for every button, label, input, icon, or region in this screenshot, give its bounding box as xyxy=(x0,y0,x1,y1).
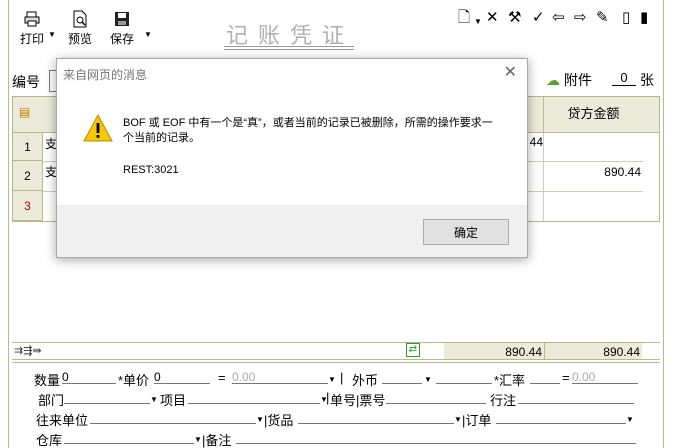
attachment-label: ☁ 附件 xyxy=(546,70,592,90)
save-dropdown-caret[interactable]: ▼ xyxy=(144,30,152,39)
amount-field[interactable]: 0.00 xyxy=(232,370,328,384)
row-number: 1 xyxy=(13,133,43,161)
department-field[interactable] xyxy=(64,390,150,404)
order-field[interactable] xyxy=(496,410,626,424)
print-button[interactable]: 打印 xyxy=(20,10,44,47)
save-label: 保存 xyxy=(110,32,135,46)
total-row: ⇉⇶⇛ ⇄ 890.44 890.44 xyxy=(12,342,660,360)
department-dropdown-caret[interactable]: ▼ xyxy=(150,395,158,404)
rate-result-field[interactable]: 0.00 xyxy=(572,370,638,384)
project-field[interactable] xyxy=(188,390,320,404)
dialog-footer: 确定 xyxy=(57,205,527,257)
unit-price-label: *单价 xyxy=(118,373,150,388)
dialog-message: BOF 或 EOF 中有一个是“真”，或者当前的记录已被删除，所需的操作要求一个… xyxy=(123,117,493,144)
separator: | xyxy=(340,370,344,385)
exit-door-icon[interactable]: ▮ xyxy=(640,10,648,26)
printer-icon xyxy=(24,11,40,27)
warning-icon xyxy=(83,113,113,142)
warehouse-dropdown-caret[interactable]: ▼ xyxy=(194,435,202,444)
attachment-tool-icon[interactable]: ✎ xyxy=(596,10,609,26)
currency-select[interactable] xyxy=(382,370,422,384)
ok-button[interactable]: 确定 xyxy=(423,219,509,245)
next-arrow-icon[interactable]: ⇨ xyxy=(574,10,587,26)
tools-icon[interactable]: ⚒ xyxy=(508,10,521,26)
preview-button[interactable]: 预览 xyxy=(68,10,92,47)
bank-note-label: 行注 xyxy=(490,393,517,408)
checkmark-icon[interactable]: ✓ xyxy=(532,10,545,26)
dialog-close-icon[interactable]: ✕ xyxy=(504,62,517,82)
dialog-error-code: REST:3021 xyxy=(123,164,179,176)
previous-arrow-icon[interactable]: ⇦ xyxy=(552,10,565,26)
goods-field[interactable] xyxy=(298,410,454,424)
total-credit: 890.44 xyxy=(544,343,642,359)
equals-sign-2: = xyxy=(562,370,570,385)
attachment-count-field[interactable]: 0 xyxy=(612,70,636,86)
unit-price-field[interactable]: 0 xyxy=(154,370,210,384)
goods-label-text: 货品 xyxy=(267,413,294,428)
amount-dropdown-caret[interactable]: ▼ xyxy=(328,375,336,384)
row-number: 3 xyxy=(13,191,43,221)
goods-dropdown-caret[interactable]: ▼ xyxy=(454,415,462,424)
department-label: 部门 xyxy=(38,393,65,408)
new-dropdown-caret[interactable]: ▼ xyxy=(474,17,482,26)
preview-label: 预览 xyxy=(68,32,93,46)
title-underline-2 xyxy=(224,49,354,50)
doc-number-label: 单号|票号 xyxy=(330,393,386,408)
row-tools-icon[interactable]: ⇉⇶⇛ xyxy=(14,344,42,357)
exchange-rate-label: *汇率 xyxy=(494,373,526,388)
exchange-rate-field[interactable] xyxy=(530,370,560,384)
column-divider xyxy=(543,133,544,221)
balance-icon[interactable]: ⇄ xyxy=(406,343,420,357)
partner-field[interactable] xyxy=(90,410,256,424)
dialog-title: 来自网页的消息 xyxy=(63,68,148,82)
insert-row-icon[interactable]: ▤ xyxy=(19,105,30,119)
currency-dropdown-caret[interactable]: ▼ xyxy=(424,375,432,384)
project-label: 项目 xyxy=(160,393,187,408)
floppy-disk-icon xyxy=(115,12,129,26)
partner-dropdown-caret[interactable]: ▼ xyxy=(256,415,264,424)
doc-number-field[interactable] xyxy=(386,390,486,404)
paperclip-icon[interactable]: ▯ xyxy=(622,10,630,26)
total-debit: 890.44 xyxy=(444,343,544,359)
attachment-text: 附件 xyxy=(563,72,592,88)
currency-label: 外币 xyxy=(352,373,379,388)
warehouse-field[interactable] xyxy=(64,430,194,444)
save-button[interactable]: 保存 xyxy=(110,10,134,47)
separator-2: | xyxy=(326,390,330,405)
row-credit[interactable]: 890.44 xyxy=(563,165,641,179)
quantity-label: 数量 xyxy=(34,373,61,388)
order-label: |订单 xyxy=(462,413,492,428)
order-dropdown-caret[interactable]: ▼ xyxy=(626,415,634,424)
print-dropdown-caret[interactable]: ▼ xyxy=(48,30,56,39)
print-label: 打印 xyxy=(20,32,45,46)
quantity-field[interactable]: 0 xyxy=(62,370,116,384)
goods-label: |货品 xyxy=(264,413,294,428)
note-label-text: 备注 xyxy=(205,433,232,448)
preview-icon xyxy=(73,10,87,28)
order-label-text: 订单 xyxy=(465,413,492,428)
delete-x-icon[interactable]: ✕ xyxy=(486,10,499,26)
attachment-unit: 张 xyxy=(640,72,654,88)
title-underline xyxy=(224,46,354,47)
note-label: |备注 xyxy=(202,433,232,448)
bank-note-field[interactable] xyxy=(518,390,634,404)
currency-amount-field[interactable] xyxy=(436,370,492,384)
cloud-icon: ☁ xyxy=(546,72,560,88)
partner-label: 往来单位 xyxy=(36,413,89,428)
credit-amount-header: 贷方金额 xyxy=(543,97,643,133)
equals-sign: = xyxy=(218,370,226,385)
form-divider xyxy=(12,362,660,363)
warehouse-label: 仓库 xyxy=(36,433,63,448)
note-field[interactable] xyxy=(236,430,636,444)
row-number: 2 xyxy=(13,161,43,191)
message-dialog: 来自网页的消息 ✕ BOF 或 EOF 中有一个是“真”，或者当前的记录已被删除… xyxy=(56,58,528,258)
voucher-number-label: 编号 xyxy=(12,74,40,90)
new-document-icon[interactable]: 🗋 xyxy=(458,10,470,26)
